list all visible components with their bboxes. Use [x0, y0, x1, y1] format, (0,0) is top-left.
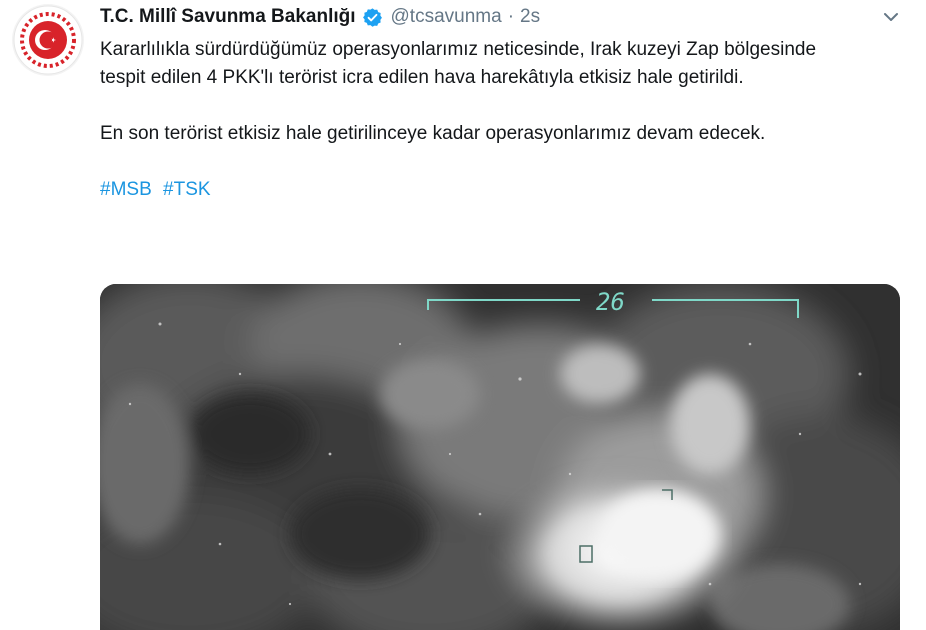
tweet-header: T.C. Millî Savunma Bakanlığı @tcsavunma … [100, 2, 906, 32]
verified-badge-icon [362, 7, 383, 28]
hud-heading-number: 26 [596, 288, 625, 316]
tweet-text: Kararlılıkla sürdürdüğümüz operasyonları… [100, 36, 860, 204]
tweet-timestamp[interactable]: 2s [520, 6, 540, 28]
thermal-footage-image: 26 [100, 284, 900, 630]
crescent-star-emblem-icon [13, 5, 83, 75]
separator-dot: · [507, 6, 515, 27]
hashtag-list: #MSB #TSK [100, 176, 860, 204]
tweet: T.C. Millî Savunma Bakanlığı @tcsavunma … [0, 0, 926, 630]
tweet-paragraph: Kararlılıkla sürdürdüğümüz operasyonları… [100, 39, 817, 88]
tweet-media-video[interactable]: 26 [100, 284, 900, 630]
chevron-down-icon[interactable] [878, 4, 904, 30]
hashtag-link-tsk[interactable]: #TSK [163, 179, 211, 200]
hashtag-link-msb[interactable]: #MSB [100, 179, 152, 200]
tweet-paragraph: En son terörist etkisiz hale getirilince… [100, 123, 766, 144]
author-name[interactable]: T.C. Millî Savunma Bakanlığı [100, 6, 356, 28]
author-handle[interactable]: @tcsavunma [391, 6, 502, 28]
avatar[interactable] [12, 4, 84, 76]
